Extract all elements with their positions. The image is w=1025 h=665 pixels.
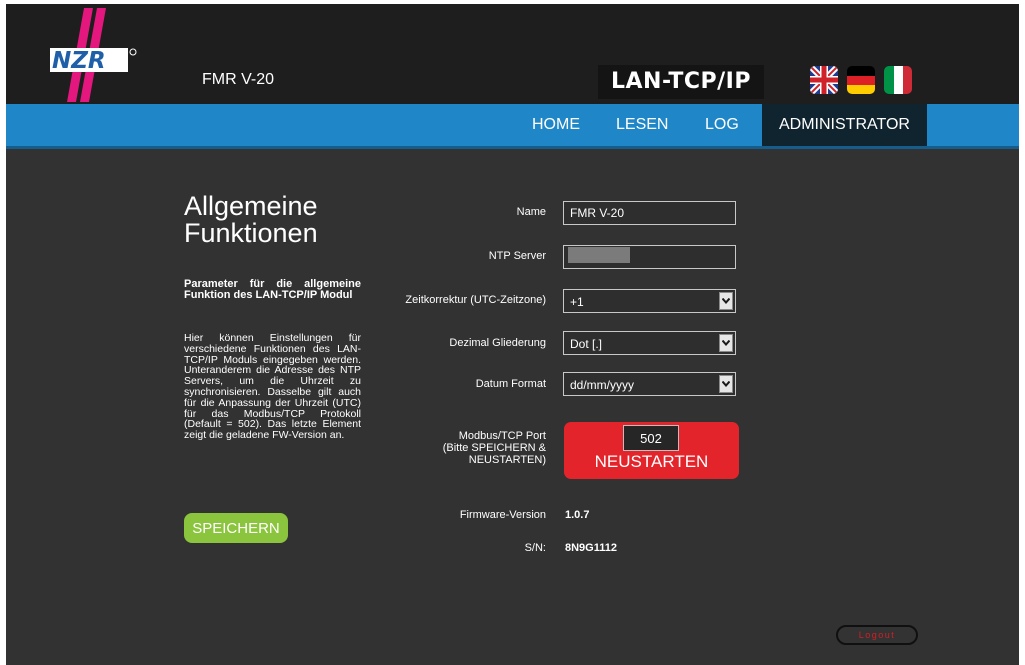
nav-administrator[interactable]: ADMINISTRATOR bbox=[762, 104, 927, 146]
nav-lesen[interactable]: LESEN bbox=[616, 104, 668, 146]
logo-text: NZR bbox=[52, 48, 106, 74]
nzr-logo: NZR bbox=[46, 8, 142, 102]
modbus-port-label-line2: (Bitte SPEICHERN & bbox=[442, 442, 546, 454]
german-flag-icon[interactable] bbox=[847, 66, 875, 94]
decimal-select[interactable]: Dot [.] bbox=[563, 331, 736, 355]
header: NZR FMR V-20 LAN-TCP/IP bbox=[6, 4, 1019, 104]
chevron-down-icon bbox=[719, 292, 733, 310]
page-title-line2: Funktionen bbox=[184, 218, 318, 248]
restart-button-label: NEUSTARTEN bbox=[594, 452, 709, 471]
decimal-label: Dezimal Gliederung bbox=[449, 337, 546, 349]
timezone-value: +1 bbox=[570, 295, 584, 309]
modbus-port-label-line3: NEUSTARTEN) bbox=[468, 454, 546, 466]
italian-flag-icon[interactable] bbox=[884, 66, 912, 94]
date-format-label: Datum Format bbox=[475, 378, 546, 390]
decimal-value: Dot [.] bbox=[570, 337, 603, 351]
chevron-down-icon bbox=[719, 375, 733, 393]
modbus-port-label-line1: Modbus/TCP Port bbox=[458, 430, 546, 442]
firmware-label: Firmware-Version bbox=[459, 509, 546, 521]
main-content: Allgemeine Funktionen Parameter für die … bbox=[6, 149, 1019, 665]
main-nav: HOME LESEN LOG ADMINISTRATOR bbox=[6, 104, 1019, 149]
device-name: FMR V-20 bbox=[202, 71, 275, 88]
ntp-server-label: NTP Server bbox=[488, 250, 546, 262]
save-button[interactable]: SPEICHERN bbox=[184, 513, 288, 543]
date-format-value: dd/mm/yyyy bbox=[570, 378, 635, 392]
logout-button[interactable]: Logout bbox=[836, 625, 918, 645]
modbus-port-field[interactable] bbox=[623, 425, 679, 451]
page-title-line1: Allgemeine bbox=[184, 191, 318, 221]
serial-value: 8N9G1112 bbox=[565, 542, 617, 554]
firmware-value: 1.0.7 bbox=[565, 509, 590, 521]
date-format-select[interactable]: dd/mm/yyyy bbox=[563, 372, 736, 396]
description-heading: Parameter für die allgemeine Funktion de… bbox=[184, 278, 361, 301]
modbus-port-label: Modbus/TCP Port (Bitte SPEICHERN & NEUST… bbox=[386, 430, 546, 466]
ntp-server-redaction bbox=[568, 247, 630, 263]
timezone-select[interactable]: +1 bbox=[563, 289, 736, 313]
serial-label: S/N: bbox=[524, 542, 546, 554]
nav-log[interactable]: LOG bbox=[705, 104, 739, 146]
name-field[interactable] bbox=[563, 201, 736, 225]
chevron-down-icon bbox=[719, 334, 733, 352]
timezone-label: Zeitkorrektur (UTC-Zeitzone) bbox=[405, 294, 546, 306]
page-title: Allgemeine Funktionen bbox=[184, 193, 384, 247]
name-label: Name bbox=[516, 206, 546, 218]
module-title: LAN-TCP/IP bbox=[598, 65, 764, 99]
nav-home[interactable]: HOME bbox=[532, 104, 580, 146]
description-body: Hier können Einstellungen für verschiede… bbox=[184, 332, 361, 442]
english-flag-icon[interactable] bbox=[810, 66, 838, 94]
app-window: NZR FMR V-20 LAN-TCP/IP HOME LESEN LOG A… bbox=[6, 4, 1019, 665]
